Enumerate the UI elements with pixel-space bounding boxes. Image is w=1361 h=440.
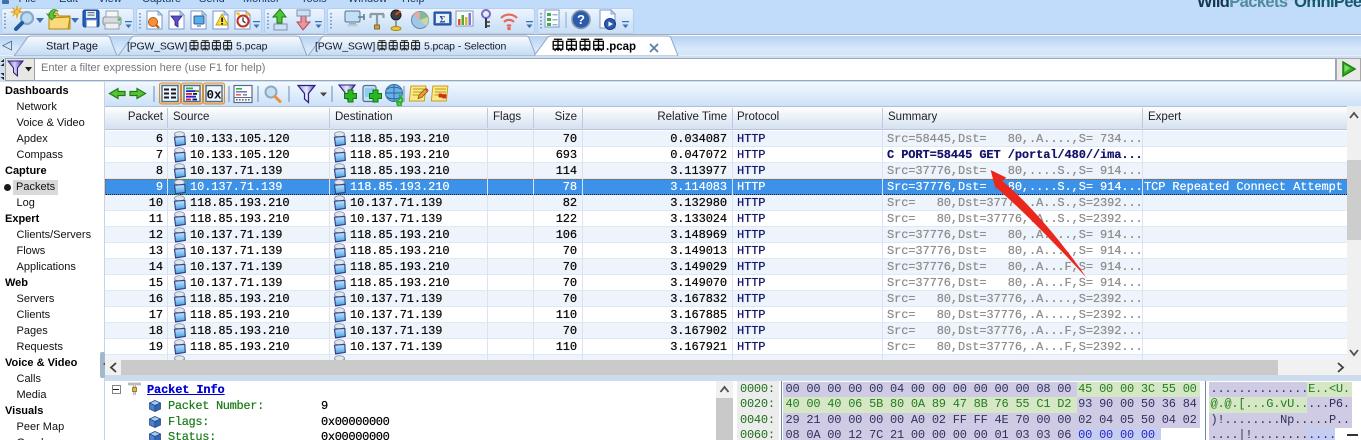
svg-text:5.pcap: 5.pcap [236,41,268,53]
svg-text:5.pcap - Selection: 5.pcap - Selection [424,41,507,53]
svg-text:Start Page: Start Page [46,41,98,53]
svg-text:0x: 0x [206,89,222,103]
svg-text:[PGW_SGW]: [PGW_SGW] [315,41,375,53]
svg-text:.pcap: .pcap [606,41,636,53]
svg-text:[PGW_SGW]: [PGW_SGW] [127,41,187,53]
svg-text:Σ: Σ [440,15,446,25]
svg-text:?: ? [577,12,585,27]
